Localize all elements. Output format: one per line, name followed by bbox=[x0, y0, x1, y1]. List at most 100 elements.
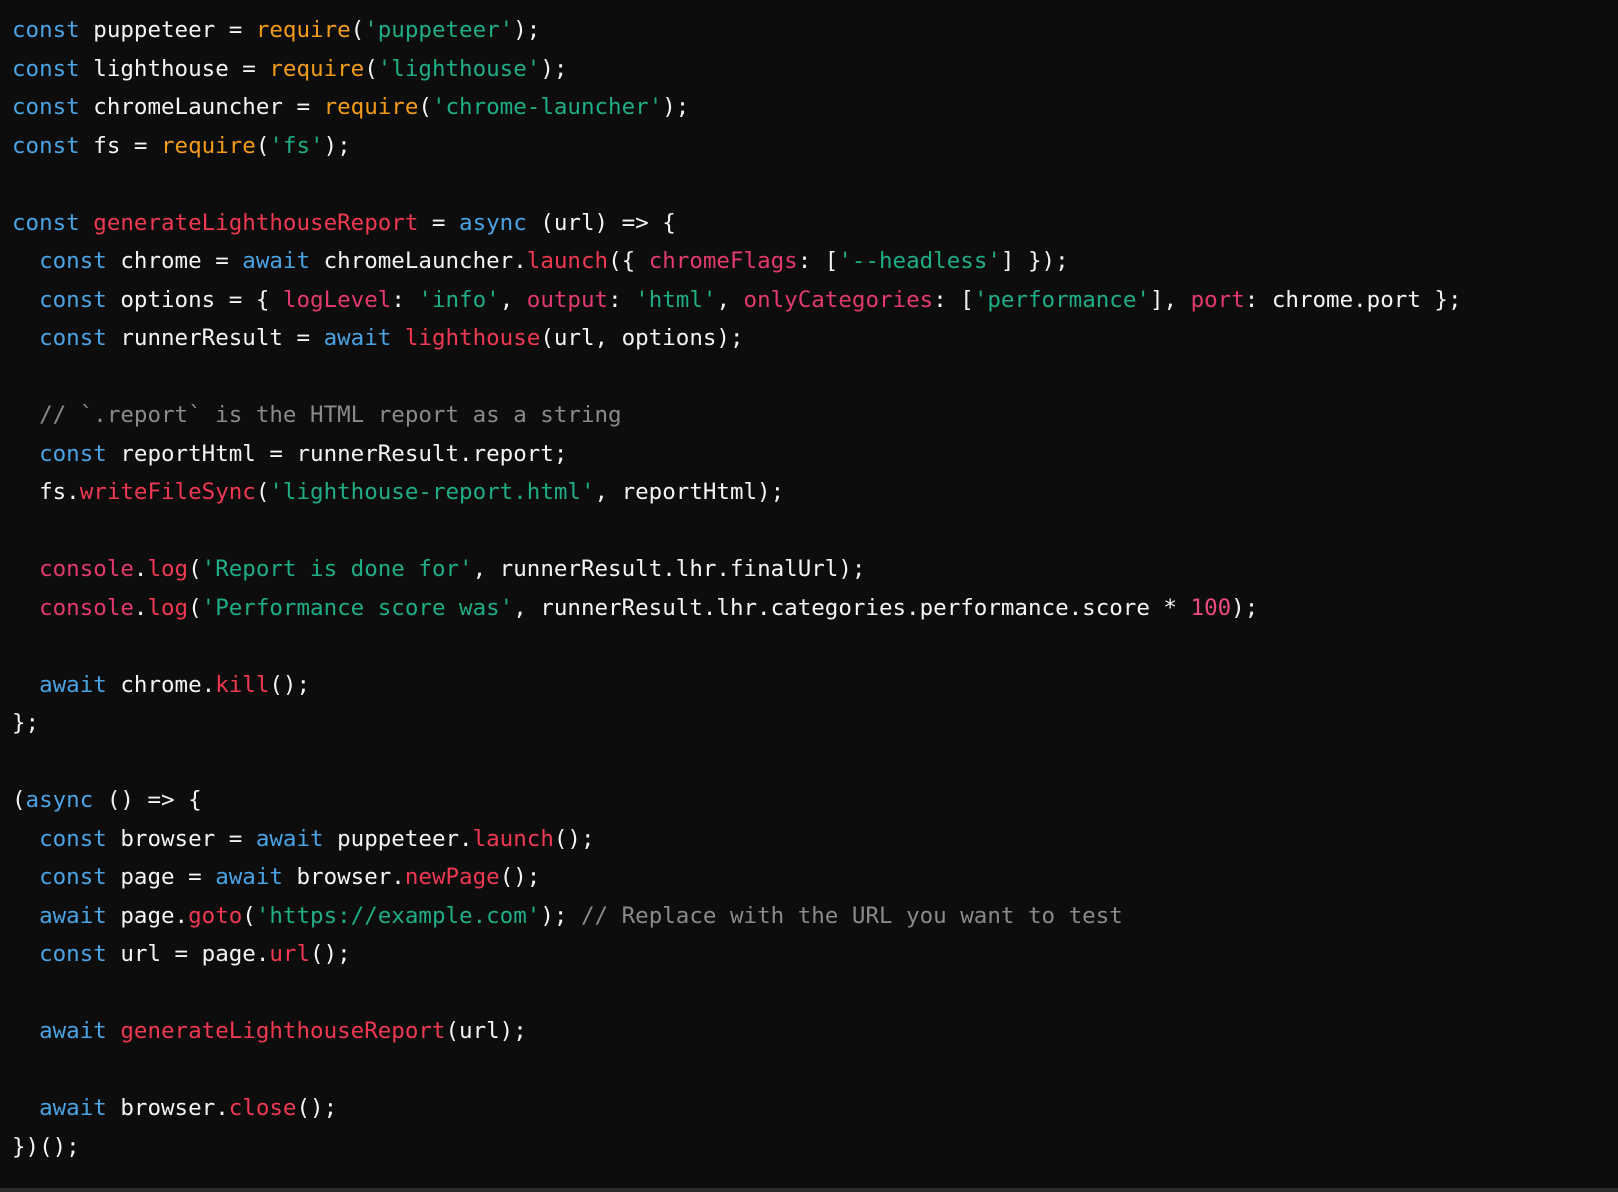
code-token: : [ bbox=[797, 248, 839, 274]
code-token: options = { bbox=[106, 286, 283, 313]
code-token: 100 bbox=[1190, 594, 1232, 621]
code-token: browser. bbox=[106, 1095, 229, 1121]
code-token: ); bbox=[323, 132, 351, 159]
code-line: fs.writeFileSync('lighthouse-report.html… bbox=[12, 473, 1462, 512]
code-token: const bbox=[12, 55, 80, 82]
code-line: const generateLighthouseReport = async (… bbox=[12, 204, 1462, 243]
code-token: chromeLauncher = bbox=[79, 94, 324, 120]
code-token: chrome = bbox=[106, 248, 243, 274]
code-token: , bbox=[499, 286, 527, 313]
code-token: ); bbox=[1231, 594, 1259, 621]
code-token: 'info' bbox=[418, 286, 500, 313]
code-token: // Replace with the URL you want to test bbox=[580, 902, 1123, 929]
code-token: 'lighthouse' bbox=[377, 55, 541, 82]
code-token: async bbox=[459, 209, 527, 236]
code-token: fs. bbox=[12, 479, 80, 505]
code-token: : [ bbox=[933, 286, 974, 313]
code-token: url = page. bbox=[106, 941, 270, 967]
code-token: 'fs' bbox=[269, 132, 324, 159]
code-token: output bbox=[526, 286, 609, 313]
code-token: puppeteer. bbox=[323, 825, 473, 852]
code-token: const bbox=[39, 941, 107, 967]
code-token: () => { bbox=[93, 787, 202, 813]
code-line: console.log('Performance score was', run… bbox=[12, 589, 1462, 628]
code-token: 'html' bbox=[635, 286, 717, 313]
code-line: const runnerResult = await lighthouse(ur… bbox=[12, 319, 1462, 358]
code-token: await bbox=[39, 671, 107, 698]
code-token: const bbox=[39, 248, 107, 274]
code-token: ({ bbox=[608, 248, 649, 274]
code-token: await bbox=[255, 825, 324, 852]
code-token: kill bbox=[215, 671, 270, 698]
code-token: 'puppeteer' bbox=[364, 17, 514, 43]
code-token: ( bbox=[12, 787, 26, 813]
code-token: launch bbox=[472, 825, 554, 852]
code-token: : bbox=[608, 286, 636, 313]
code-token: 'lighthouse-report.html' bbox=[269, 479, 595, 505]
code-token: . bbox=[133, 556, 148, 582]
code-token: lighthouse bbox=[404, 325, 541, 351]
code-token: = bbox=[418, 209, 460, 236]
code-view: const puppeteer = require('puppeteer'); c… bbox=[0, 0, 1618, 1188]
code-line: const url = page.url(); bbox=[12, 935, 1462, 974]
code-token: ( bbox=[188, 556, 202, 582]
code-line: const puppeteer = require('puppeteer'); bbox=[12, 11, 1462, 50]
code-token: }; bbox=[12, 710, 40, 736]
bottom-divider bbox=[0, 1188, 1618, 1192]
code-token: 'Performance score was' bbox=[201, 594, 514, 621]
code-token: , reportHtml); bbox=[594, 479, 785, 505]
code-token: await bbox=[39, 1095, 107, 1121]
code-token: logLevel bbox=[282, 286, 392, 313]
code-token: (); bbox=[499, 864, 541, 890]
code-token: const bbox=[39, 440, 107, 467]
code-token: ); bbox=[513, 17, 541, 43]
code-token: (); bbox=[310, 941, 351, 967]
code-token: 'Report is done for' bbox=[201, 556, 473, 582]
code-token: await bbox=[39, 902, 107, 929]
code-line: const reportHtml = runnerResult.report; bbox=[12, 435, 1462, 474]
code-token: puppeteer = bbox=[79, 17, 256, 43]
code-line: const chromeLauncher = require('chrome-l… bbox=[12, 88, 1462, 127]
code-token: (); bbox=[553, 825, 595, 852]
code-line: const fs = require('fs'); bbox=[12, 127, 1462, 166]
code-token: (url) => { bbox=[526, 209, 676, 236]
code-token: const bbox=[12, 17, 80, 43]
code-token: require bbox=[323, 94, 419, 120]
code-token: close bbox=[228, 1095, 297, 1121]
code-line: await page.goto('https://example.com'); … bbox=[12, 897, 1462, 936]
code-token: 'performance' bbox=[973, 286, 1150, 313]
code-token: url bbox=[269, 941, 311, 967]
code-token: fs = bbox=[79, 132, 162, 159]
code-token: 'https://example.com' bbox=[255, 902, 541, 929]
code-token: chromeLauncher. bbox=[310, 248, 527, 274]
code-token: page. bbox=[106, 902, 189, 929]
code-token: onlyCategories bbox=[743, 286, 934, 313]
code-token: await bbox=[323, 325, 392, 351]
code-token: (url); bbox=[445, 1018, 527, 1044]
code-line: })(); bbox=[12, 1128, 1462, 1167]
code-block[interactable]: const puppeteer = require('puppeteer'); c… bbox=[12, 11, 1462, 1166]
code-token: console bbox=[39, 556, 134, 582]
code-token: generateLighthouseReport bbox=[93, 209, 419, 236]
code-token: require bbox=[269, 55, 365, 82]
code-token: const bbox=[39, 325, 107, 351]
code-token: ] }); bbox=[1000, 248, 1069, 274]
code-token: const bbox=[12, 209, 80, 236]
code-token: browser. bbox=[282, 864, 405, 890]
code-token: page = bbox=[106, 864, 216, 890]
code-token: ); bbox=[540, 55, 568, 82]
code-token: , bbox=[716, 286, 744, 313]
code-token: log bbox=[147, 594, 189, 621]
